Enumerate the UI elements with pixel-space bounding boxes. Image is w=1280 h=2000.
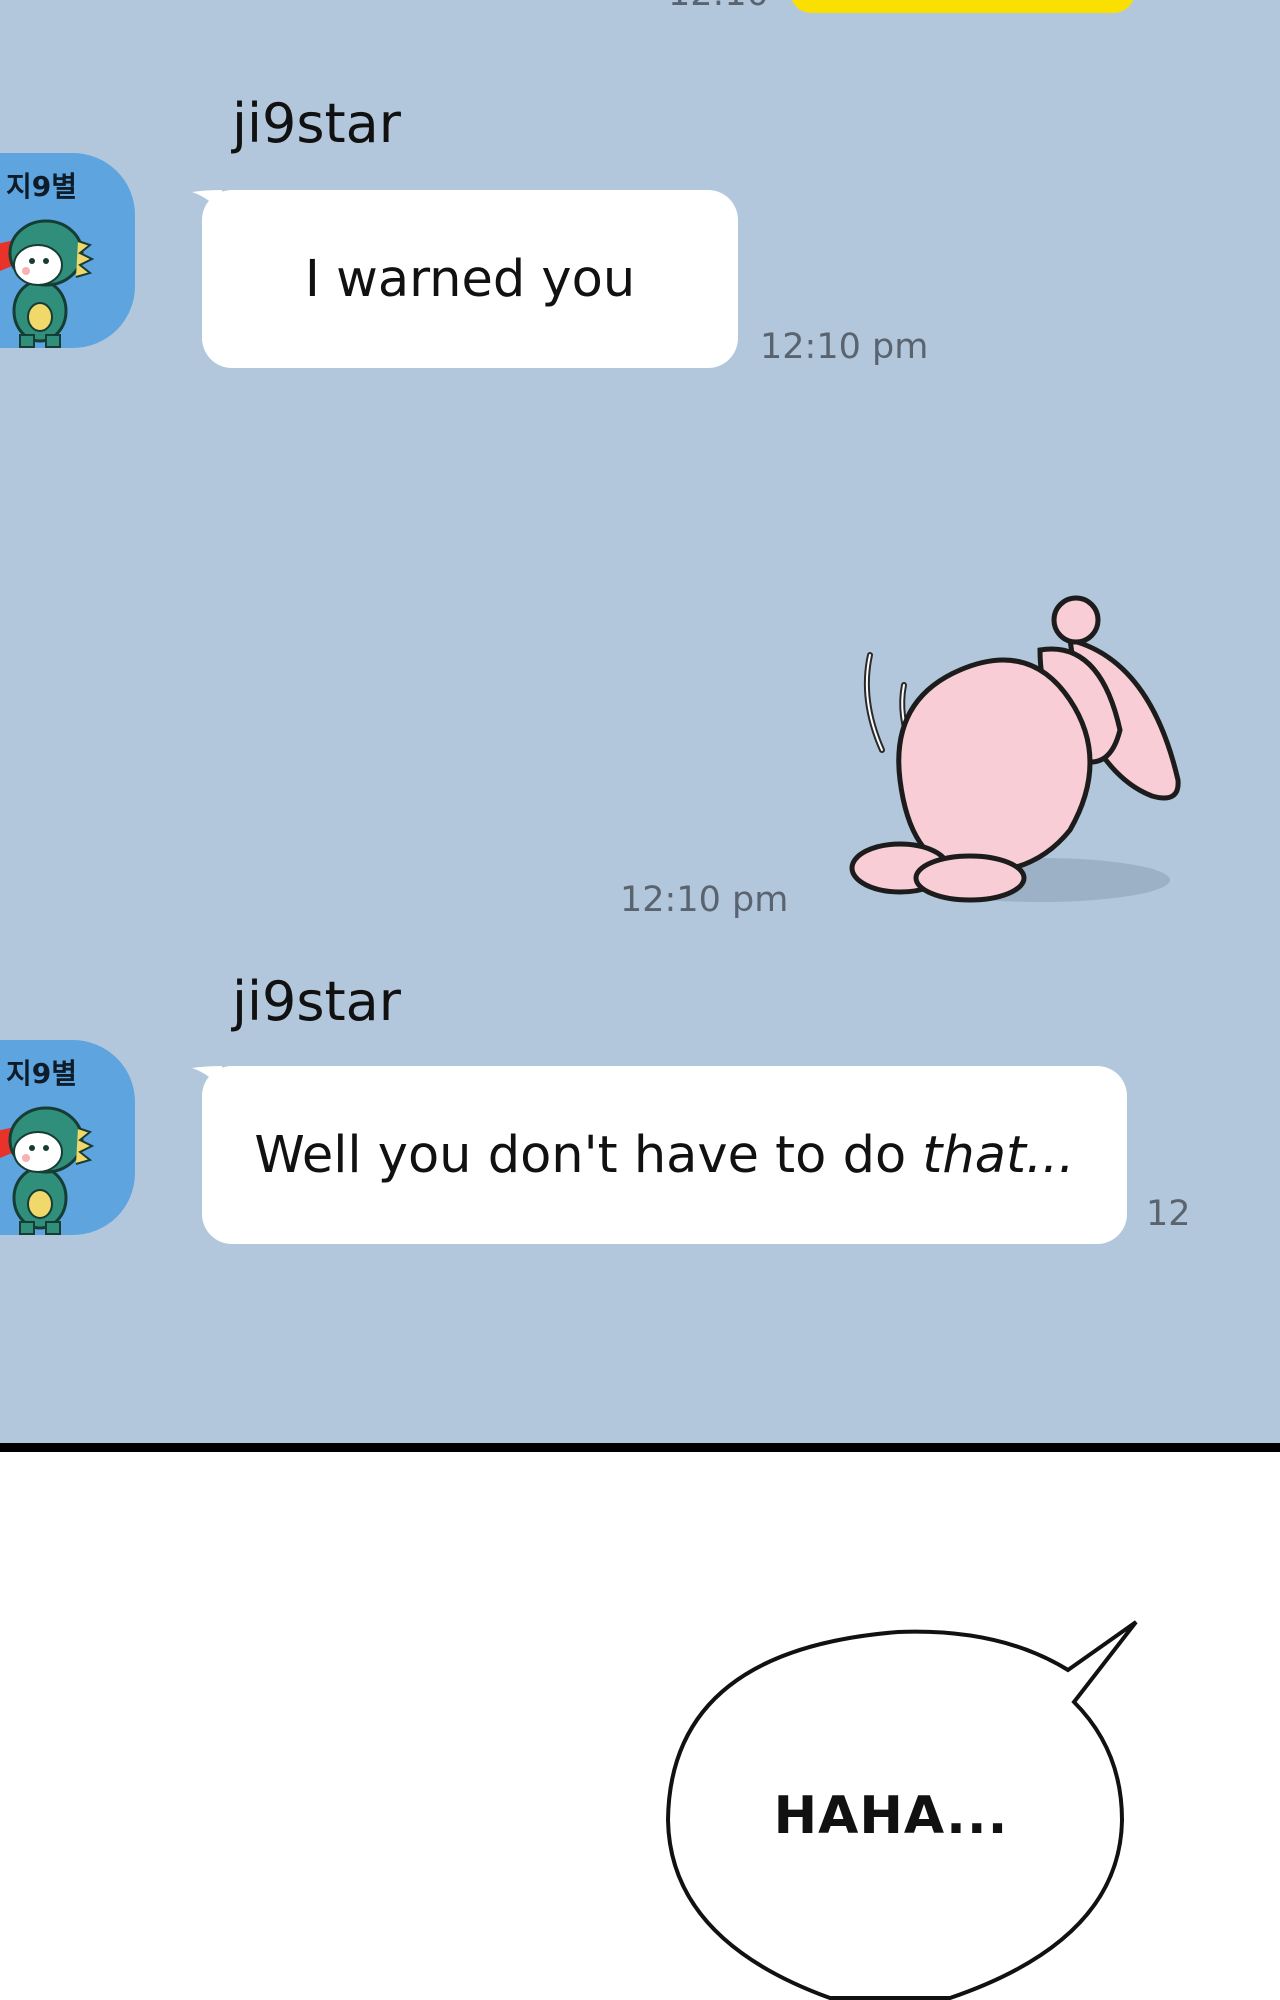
message-bubble[interactable]: I warned you [202, 190, 738, 368]
avatar-label: 지9별 [6, 1057, 78, 1090]
pink-bunny-sticker-icon[interactable] [820, 580, 1200, 930]
message-time: 12:10 [668, 0, 769, 14]
message-text-plain: Well you don't have to do [254, 1125, 923, 1185]
avatar[interactable]: 지9별 [0, 1040, 135, 1235]
message-time: 12 [1146, 1194, 1191, 1234]
message-time: 12:10 pm [620, 880, 789, 920]
message-time: 12:10 pm [760, 327, 929, 367]
message-text-emphasis: that... [922, 1125, 1075, 1185]
message-bubble[interactable]: Well you don't have to do that... [202, 1066, 1127, 1244]
avatar-label: 지9별 [6, 170, 78, 203]
chat-area: 12:10 ji9star 지9별 I warned you [0, 0, 1280, 1443]
my-message-bubble[interactable] [790, 0, 1135, 13]
sender-name: ji9star [232, 92, 401, 155]
panel-divider [0, 1443, 1280, 1452]
message-text: Well you don't have to do that... [254, 1126, 1074, 1185]
message-text: I warned you [304, 249, 636, 309]
speech-balloon-text: HAHA... [773, 1786, 1009, 1846]
avatar[interactable]: 지9별 [0, 153, 135, 348]
sender-name: ji9star [232, 970, 401, 1033]
